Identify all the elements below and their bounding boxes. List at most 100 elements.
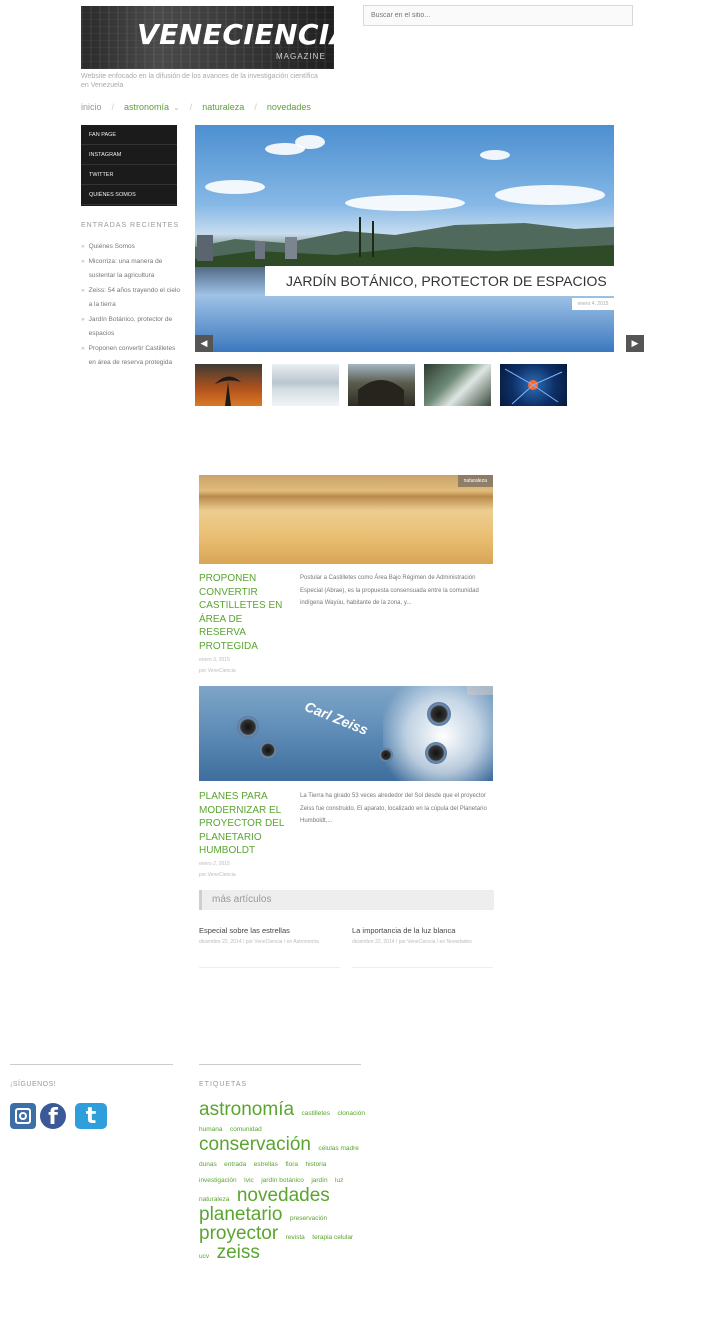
bullet-icon: »: [81, 344, 85, 352]
tag-link[interactable]: investigación: [199, 1177, 237, 1184]
nav-separator: /: [254, 102, 257, 112]
tag-link[interactable]: flora: [285, 1161, 298, 1168]
category-badge: [467, 686, 493, 695]
tag-link[interactable]: luz: [335, 1177, 343, 1184]
nav-item-novedades[interactable]: novedades: [267, 102, 311, 112]
slide-thumbnail-2[interactable]: [272, 364, 339, 406]
divider: [10, 1064, 173, 1065]
more-article-title[interactable]: La importancia de la luz blanca: [352, 925, 493, 936]
projector-lens: [379, 748, 393, 762]
nav-item-astronomia[interactable]: astronomía ⌄: [124, 102, 180, 112]
cloud-shape: [495, 185, 605, 205]
recent-posts-heading: ENTRADAS RECIENTES: [81, 222, 180, 229]
article-title[interactable]: PLANES PARA MODERNIZAR EL PROYECTOR DEL …: [199, 790, 291, 858]
more-articles-heading: más artículos: [212, 894, 272, 905]
list-item: » Jardín Botánico, protector de espacios: [81, 313, 181, 342]
tag-link[interactable]: historia: [305, 1161, 326, 1168]
tag-link[interactable]: estrellas: [254, 1161, 278, 1168]
mountain-silhouette: [195, 217, 614, 267]
twitter-icon[interactable]: t: [75, 1103, 107, 1129]
tag-link[interactable]: jardín botánico: [261, 1177, 304, 1184]
follow-heading: ¡SÍGUENOS!: [10, 1081, 57, 1088]
tag-link[interactable]: jardín: [311, 1177, 327, 1184]
article-image[interactable]: naturaleza: [199, 475, 493, 564]
tag-link[interactable]: comunidad: [230, 1126, 262, 1133]
tag-link[interactable]: conservación: [199, 1134, 311, 1155]
tag-link[interactable]: zeiss: [217, 1242, 260, 1263]
nav-item-inicio[interactable]: inicio: [81, 102, 102, 112]
recent-posts-list: » Quiénes Somos » Micorriza: una manera de…: [81, 240, 181, 371]
cloud-shape: [480, 150, 510, 160]
tag-link[interactable]: preservación: [290, 1215, 327, 1222]
list-item: » Quiénes Somos: [81, 240, 181, 255]
instagram-lens: [19, 1112, 27, 1120]
recent-post-link[interactable]: Jardín Botánico, protector de espacios: [89, 313, 181, 342]
tags-heading: ETIQUETAS: [199, 1081, 248, 1088]
sidebar-item-fan-page[interactable]: FAN PAGE: [81, 125, 177, 145]
tag-link[interactable]: astronomía: [199, 1099, 294, 1120]
slide-thumbnail-1[interactable]: [195, 364, 262, 406]
article-excerpt: Postular a Castilletes como Área Bajo Ré…: [300, 575, 479, 606]
slide-thumbnail-4[interactable]: [424, 364, 491, 406]
sidebar-item-twitter[interactable]: TWITTER: [81, 165, 177, 185]
tag-link[interactable]: terapia celular: [312, 1234, 353, 1241]
tag-link[interactable]: planetario: [199, 1204, 282, 1225]
arrow-left-icon[interactable]: ◀: [195, 335, 213, 352]
recent-post-link[interactable]: Micorriza: una manera de sustentar la ag…: [89, 255, 181, 284]
tag-link[interactable]: castilletes: [302, 1110, 331, 1117]
article-author[interactable]: por VeneCiencia: [199, 870, 236, 881]
recent-post-link[interactable]: Zeiss: 54 años trayendo el cielo a la ti…: [89, 284, 181, 313]
recent-post-link[interactable]: Proponen convertir Castilletes en área d…: [89, 342, 181, 371]
light-glare: [383, 686, 493, 781]
more-article-title[interactable]: Especial sobre las estrellas: [199, 925, 340, 936]
article-author[interactable]: por VeneCiencia: [199, 666, 236, 677]
site-logo[interactable]: VENECIENCIA MAGAZINE: [81, 6, 334, 69]
more-article-meta: diciembre 22, 2014 / por VeneCiencia / e…: [352, 939, 472, 945]
more-articles-header: más artículos: [199, 890, 494, 910]
nav-item-naturaleza[interactable]: naturaleza: [202, 102, 244, 112]
cloud-shape: [295, 135, 325, 149]
tag-link[interactable]: entrada: [224, 1161, 246, 1168]
tag-link[interactable]: Ivic: [244, 1177, 254, 1184]
arrow-right-icon[interactable]: ▶: [626, 335, 644, 352]
tag-link[interactable]: novedades: [237, 1185, 330, 1206]
cloud-shape: [205, 180, 265, 194]
divider: [352, 967, 493, 968]
main-nav: inicio / astronomía ⌄ / naturaleza / nove…: [81, 100, 321, 114]
divider: [199, 967, 340, 968]
site-tagline: Website enfocado en la difusión de los a…: [81, 73, 318, 89]
instagram-icon[interactable]: [10, 1103, 36, 1129]
image-label: Carl Zeiss: [302, 698, 371, 738]
search-input[interactable]: [363, 5, 633, 26]
list-item: » Micorriza: una manera de sustentar la a…: [81, 255, 181, 284]
nav-separator: /: [189, 102, 193, 112]
tag-link[interactable]: dunas: [199, 1161, 217, 1168]
facebook-icon[interactable]: f: [40, 1103, 66, 1130]
tag-link[interactable]: ucv: [199, 1253, 209, 1260]
tag-link[interactable]: proyector: [199, 1223, 278, 1244]
article-title[interactable]: PROPONEN CONVERTIR CASTILLETES EN ÁREA D…: [199, 572, 291, 653]
dome-silhouette: [358, 380, 404, 406]
tag-link[interactable]: revista: [286, 1234, 305, 1241]
neuron-graphic: [504, 368, 563, 405]
sidebar-item-quienes-somos[interactable]: QUIÉNES SOMOS: [81, 185, 177, 205]
list-item: » Proponen convertir Castilletes en área …: [81, 342, 181, 371]
slide-thumbnail-3[interactable]: [348, 364, 415, 406]
projector-lens: [237, 716, 259, 738]
bullet-icon: »: [81, 243, 85, 250]
article-image[interactable]: Carl Zeiss: [199, 686, 493, 781]
article-date: enero 2, 2015: [199, 861, 230, 867]
bullet-icon: »: [81, 286, 85, 294]
featured-slide-image[interactable]: [195, 125, 614, 352]
more-article-meta: diciembre 22, 2014 / por VeneCiencia / e…: [199, 939, 319, 945]
nav-separator: /: [111, 102, 115, 112]
slide-caption[interactable]: JARDÍN BOTÁNICO, PROTECTOR DE ESPACIOS: [265, 266, 635, 296]
tag-link[interactable]: células madre: [318, 1145, 358, 1152]
category-badge[interactable]: naturaleza: [457, 475, 493, 487]
recent-post-link[interactable]: Quiénes Somos: [89, 240, 135, 255]
tag-link[interactable]: naturaleza: [199, 1196, 229, 1203]
tree-silhouette: [215, 376, 241, 406]
slide-thumbnail-5[interactable]: [500, 364, 567, 406]
sidebar-item-instagram[interactable]: INSTAGRAM: [81, 145, 177, 165]
slide-date: enero 4, 2015: [572, 298, 614, 310]
